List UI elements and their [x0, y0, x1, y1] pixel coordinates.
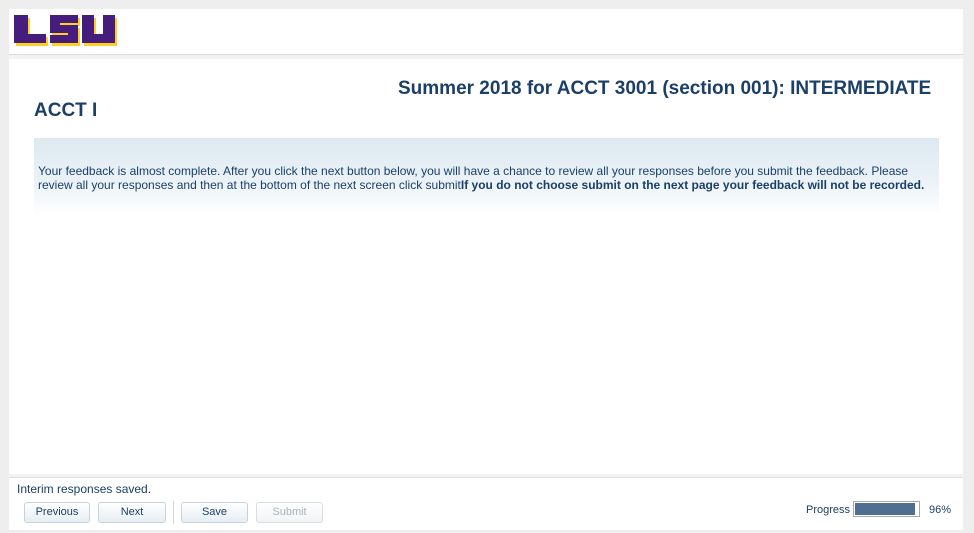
- footer-bar: Interim responses saved. Previous Next S…: [9, 477, 963, 530]
- progress-bar: [853, 501, 920, 517]
- next-button[interactable]: Next: [98, 502, 166, 523]
- submit-button: Submit: [256, 502, 323, 523]
- header-bar: [9, 9, 963, 55]
- button-separator: [173, 501, 174, 524]
- page-frame: Summer 2018 for ACCT 3001 (section 001):…: [9, 9, 963, 530]
- notice-text: Your feedback is almost complete. After …: [38, 164, 936, 192]
- completion-notice: Your feedback is almost complete. After …: [34, 138, 939, 215]
- lsu-logo: [10, 11, 118, 51]
- save-status: Interim responses saved.: [17, 482, 152, 496]
- page-title: Summer 2018 for ACCT 3001 (section 001):…: [398, 78, 932, 99]
- save-button[interactable]: Save: [181, 502, 248, 523]
- previous-button[interactable]: Previous: [24, 502, 90, 523]
- progress-label: Progress: [806, 504, 851, 516]
- progress-percent: 96%: [929, 504, 952, 516]
- main-content: Summer 2018 for ACCT 3001 (section 001):…: [9, 59, 963, 474]
- lsu-logo-graphic: [14, 15, 117, 46]
- page-title-continued: ACCT I: [34, 100, 98, 121]
- notice-warning: If you do not choose submit on the next …: [460, 178, 925, 192]
- progress-bar-fill: [855, 503, 916, 515]
